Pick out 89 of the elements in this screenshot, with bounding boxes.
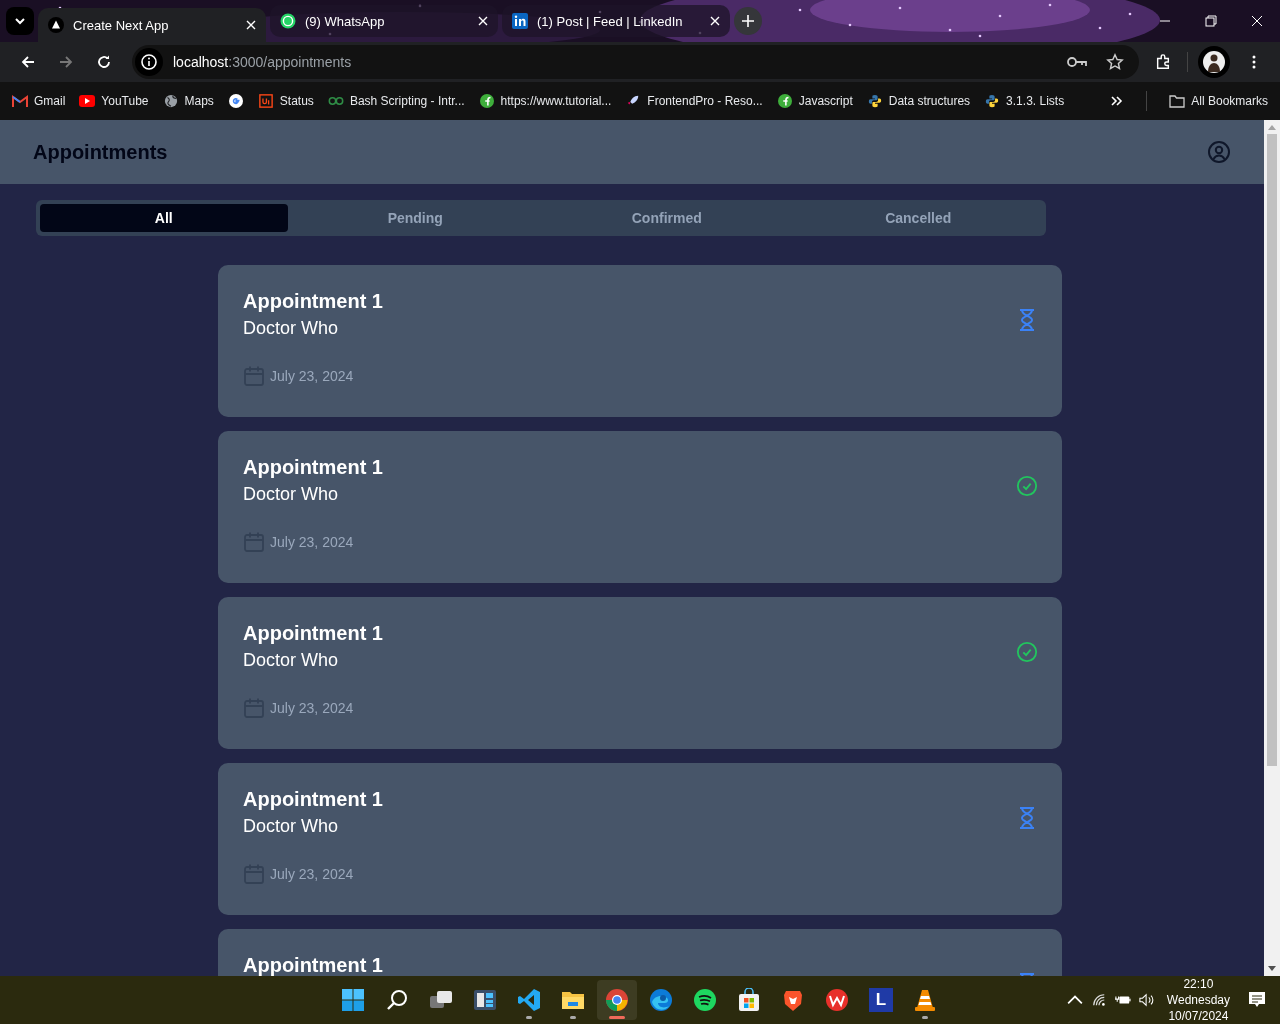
close-icon[interactable] [478, 16, 488, 26]
envelope-icon [12, 94, 28, 108]
check-circle-icon [1016, 640, 1038, 664]
letter-logo-icon: L [869, 988, 893, 1012]
whatsapp-icon [280, 13, 296, 29]
filter-tab[interactable]: Cancelled [794, 204, 1042, 232]
shopping-bag-icon [737, 988, 761, 1012]
leaf-icon [776, 94, 793, 108]
speaker-icon[interactable] [1138, 993, 1155, 1007]
bookmark[interactable]: Bash Scripting - Intr... [327, 94, 465, 108]
bookmark[interactable] [227, 94, 244, 108]
bookmark[interactable]: Gmail [12, 94, 66, 108]
scrollbar[interactable] [1264, 120, 1280, 976]
appointment-date: July 23, 2024 [270, 866, 354, 882]
leaf-icon [478, 94, 495, 108]
bookmark[interactable]: Maps [162, 94, 214, 108]
page-title: Appointments [33, 140, 168, 164]
w-circle-icon [825, 988, 849, 1012]
doctor-name: Doctor Who [243, 318, 340, 339]
python-icon [984, 94, 1001, 108]
appointment-title: Appointment 1 [243, 456, 383, 479]
avatar-icon[interactable] [1198, 46, 1230, 78]
close-icon[interactable] [1251, 15, 1263, 27]
info-icon [135, 48, 163, 76]
browser-tab[interactable]: (1) Post | Feed | LinkedIn [502, 5, 730, 37]
browser-icon [605, 988, 629, 1012]
wave-circle-icon [649, 988, 673, 1012]
search-icon [385, 988, 409, 1012]
bookmark[interactable]: Javascript [776, 94, 853, 108]
all-bookmarks[interactable]: All Bookmarks [1169, 94, 1268, 108]
notification-icon[interactable] [1248, 991, 1266, 1009]
wifi-icon[interactable] [1090, 993, 1107, 1007]
caret-icon [14, 15, 26, 27]
appointment-title: Appointment 1 [243, 290, 383, 313]
battery-icon[interactable] [1114, 993, 1131, 1007]
appointment-card[interactable]: Appointment 1 Doctor Who July 23, 2024 [218, 597, 1062, 749]
folder-icon [1169, 94, 1186, 108]
bookmark[interactable]: 3.1.3. Lists [984, 94, 1065, 108]
doctor-name: Doctor Who [243, 484, 340, 505]
chevron-up-icon[interactable] [1066, 993, 1083, 1007]
filter-tab[interactable]: All [40, 204, 288, 232]
globe-icon [162, 94, 179, 108]
traffic-cone-icon [913, 988, 937, 1012]
appointment-card[interactable]: Appointment 1 Doctor Who July 23, 2024 [218, 265, 1062, 417]
bookmark[interactable]: YouTube [79, 94, 149, 108]
appointment-title: Appointment 1 [243, 622, 383, 645]
code-editor-icon [517, 988, 541, 1012]
appointment-date: July 23, 2024 [270, 700, 354, 716]
appointment-title: Appointment 1 [243, 954, 383, 976]
linkedin-icon [512, 13, 528, 29]
bookmark[interactable]: Status [257, 94, 314, 108]
appointment-card[interactable]: Appointment 1 Doctor Who July 23, 2024 [218, 431, 1062, 583]
browser-tab[interactable]: (9) WhatsApp [270, 5, 498, 37]
restore-icon[interactable] [1205, 15, 1217, 27]
square-logo-icon [257, 94, 274, 108]
appointment-card[interactable]: Appointment 1 [218, 929, 1062, 976]
python-icon [866, 94, 883, 108]
check-circle-icon [1016, 474, 1038, 498]
shield-icon [781, 988, 805, 1012]
plus-icon [742, 15, 754, 27]
browser-tab[interactable]: Create Next App [38, 8, 266, 42]
google-icon [227, 94, 244, 108]
url-text: localhost:3000/appointments [173, 54, 352, 70]
taskbar-app[interactable]: L [861, 980, 901, 1020]
widgets-icon [473, 988, 497, 1012]
loops-icon [327, 94, 344, 108]
play-icon [79, 94, 96, 108]
tab-list-button[interactable] [6, 7, 34, 35]
bookmark[interactable]: Data structures [866, 94, 971, 108]
doctor-name: Doctor Who [243, 650, 340, 671]
appointment-date: July 23, 2024 [270, 534, 354, 550]
appointment-date: July 23, 2024 [270, 368, 354, 384]
bookmark[interactable]: https://www.tutorial... [478, 94, 612, 108]
address-bar[interactable]: localhost:3000/appointments [132, 45, 1139, 79]
appointment-card[interactable]: Appointment 1 Doctor Who July 23, 2024 [218, 763, 1062, 915]
filter-tab[interactable]: Confirmed [543, 204, 791, 232]
clock[interactable]: 22:10 Wednesday 10/07/2024 [1166, 976, 1230, 1024]
filter-tab[interactable]: Pending [291, 204, 539, 232]
star-icon[interactable] [1105, 53, 1125, 71]
doctor-name: Doctor Who [243, 816, 340, 837]
arrow-down-icon[interactable] [1268, 966, 1276, 972]
close-icon[interactable] [246, 20, 256, 30]
taskbar-app[interactable] [597, 980, 637, 1020]
close-icon[interactable] [710, 16, 720, 26]
chevrons-icon[interactable] [1110, 95, 1125, 107]
bookmark[interactable]: FrontendPro - Reso... [625, 94, 763, 108]
appointment-title: Appointment 1 [243, 788, 383, 811]
windows-icon [341, 988, 365, 1012]
sound-waves-icon [693, 988, 717, 1012]
